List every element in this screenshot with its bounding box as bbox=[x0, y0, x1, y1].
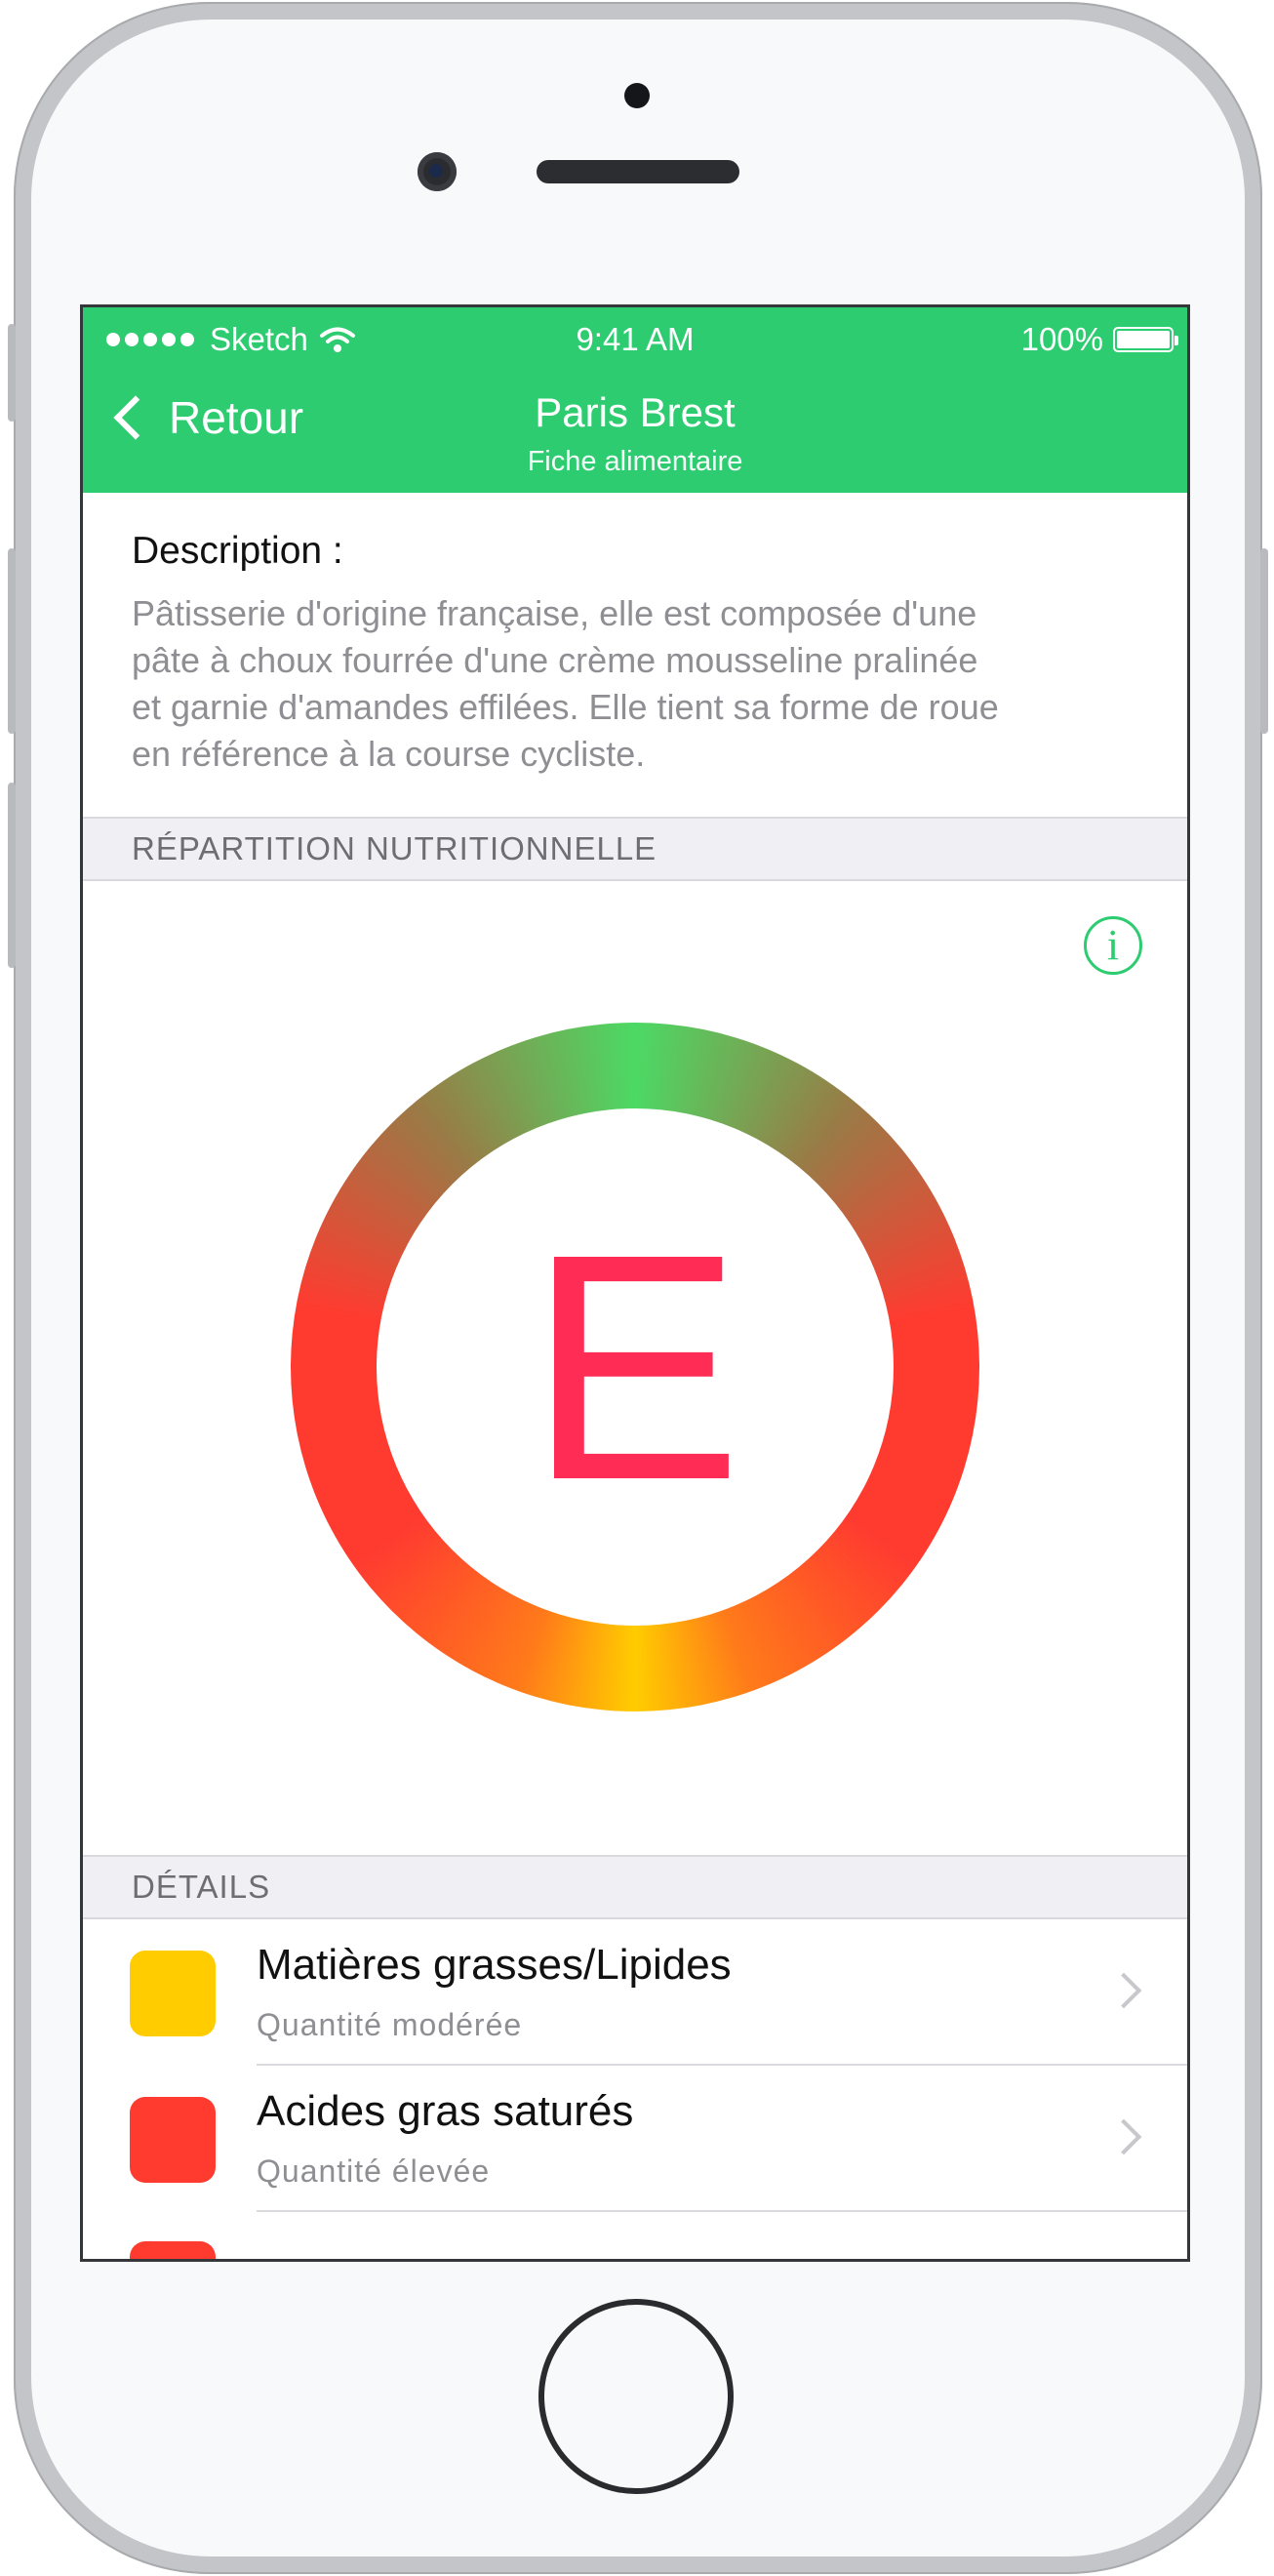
earpiece-speaker bbox=[537, 160, 739, 183]
detail-label: Acides gras saturés bbox=[257, 2087, 634, 2135]
level-swatch bbox=[130, 1951, 216, 2036]
section-header-details: DÉTAILS bbox=[83, 1855, 1187, 1919]
mute-switch bbox=[8, 324, 16, 422]
description-line: Pâtisserie d'origine française, elle est… bbox=[132, 593, 977, 633]
level-swatch bbox=[130, 2097, 216, 2183]
chevron-right-icon bbox=[1105, 2118, 1142, 2155]
status-right: 100% bbox=[1020, 321, 1178, 358]
section-header-nutrition: RÉPARTITION NUTRITIONNELLE bbox=[83, 817, 1187, 881]
description-line: et garnie d'amandes effilées. Elle tient… bbox=[132, 687, 999, 727]
description-text: Pâtisserie d'origine française, elle est… bbox=[132, 590, 1146, 778]
detail-level: Quantité modérée bbox=[257, 2007, 523, 2042]
battery-icon bbox=[1113, 327, 1178, 352]
home-button[interactable] bbox=[538, 2299, 734, 2494]
proximity-sensor bbox=[624, 83, 650, 108]
detail-row-saturated-fats[interactable]: Acides gras saturés Quantité élevée bbox=[83, 2066, 1187, 2212]
volume-down-button bbox=[8, 783, 16, 968]
description-line: pâte à choux fourrée d'une crème moussel… bbox=[132, 640, 978, 680]
navigation-bar: Retour Paris Brest Fiche alimentaire bbox=[83, 370, 1187, 493]
description-line: en référence à la course cycliste. bbox=[132, 734, 646, 774]
info-icon: i bbox=[1106, 921, 1120, 969]
app-screen: Sketch 9:41 AM 100% Retour Paris Brest F… bbox=[80, 304, 1190, 2262]
level-swatch bbox=[130, 2241, 216, 2259]
nutrition-grade: E bbox=[527, 1187, 743, 1547]
detail-row-partial[interactable] bbox=[83, 2212, 1187, 2259]
battery-percent: 100% bbox=[1020, 321, 1103, 357]
nutrition-score-ring: E bbox=[291, 1023, 979, 1711]
detail-level: Quantité élevée bbox=[257, 2153, 491, 2189]
power-button bbox=[1260, 548, 1268, 734]
nav-subtitle: Fiche alimentaire bbox=[527, 446, 743, 477]
front-camera-icon bbox=[418, 152, 457, 191]
section-header-label: DÉTAILS bbox=[132, 1869, 271, 1905]
chevron-right-icon bbox=[1105, 1972, 1142, 2009]
description-block: Description : Pâtisserie d'origine franç… bbox=[132, 530, 1146, 778]
volume-up-button bbox=[8, 548, 16, 734]
section-header-label: RÉPARTITION NUTRITIONNELLE bbox=[132, 830, 657, 866]
info-button[interactable]: i bbox=[1084, 916, 1142, 975]
detail-row-fats[interactable]: Matières grasses/Lipides Quantité modéré… bbox=[83, 1919, 1187, 2066]
detail-label: Matières grasses/Lipides bbox=[257, 1941, 732, 1989]
nav-title: Paris Brest bbox=[535, 389, 736, 435]
status-bar: Sketch 9:41 AM 100% bbox=[83, 307, 1187, 370]
description-title: Description : bbox=[132, 530, 343, 572]
